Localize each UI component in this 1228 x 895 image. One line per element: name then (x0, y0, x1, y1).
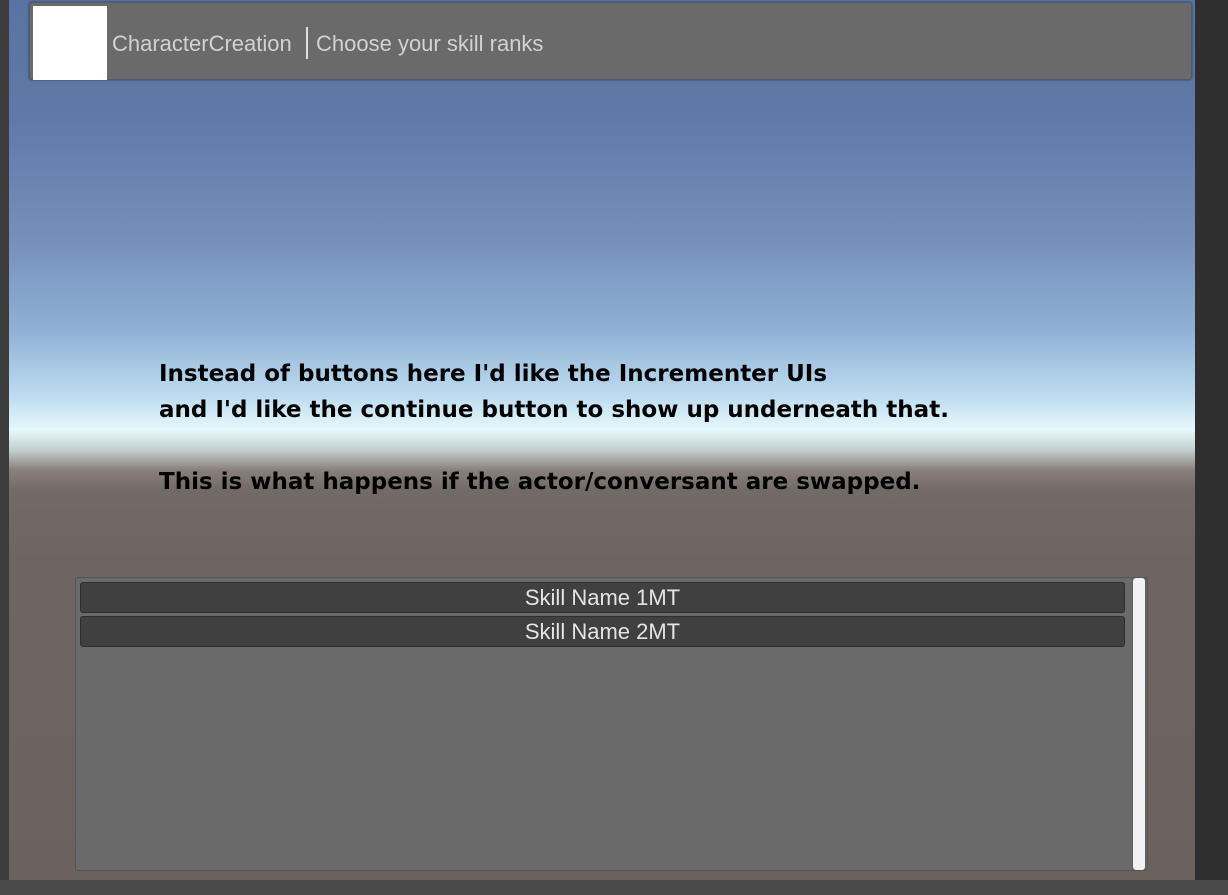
scrollbar-handle[interactable] (1133, 578, 1145, 870)
speaker-name: CharacterCreation (112, 31, 292, 56)
annotation-line-2: and I'd like the continue button to show… (159, 397, 949, 423)
game-view: CharacterCreation Choose your skill rank… (9, 0, 1195, 880)
annotation-text: Instead of buttons here I'd like the Inc… (159, 356, 949, 500)
vertical-scrollbar[interactable] (1132, 578, 1146, 870)
separator-divider (306, 27, 308, 59)
response-menu-panel: Skill Name 1MT Skill Name 2MT (75, 577, 1148, 871)
annotation-line-3 (159, 428, 949, 464)
dialogue-subtitle-panel: CharacterCreation Choose your skill rank… (29, 2, 1192, 80)
response-button-skill-1[interactable]: Skill Name 1MT (80, 582, 1125, 613)
response-button-skill-2[interactable]: Skill Name 2MT (80, 616, 1125, 647)
subtitle-text: Choose your skill ranks (316, 31, 544, 56)
annotation-line-1: Instead of buttons here I'd like the Inc… (159, 361, 828, 387)
editor-left-border (0, 0, 9, 895)
speaker-portrait (33, 6, 107, 80)
annotation-line-4: This is what happens if the actor/conver… (159, 469, 921, 495)
editor-bottom-border (0, 880, 1228, 895)
editor-right-border (1195, 0, 1228, 895)
